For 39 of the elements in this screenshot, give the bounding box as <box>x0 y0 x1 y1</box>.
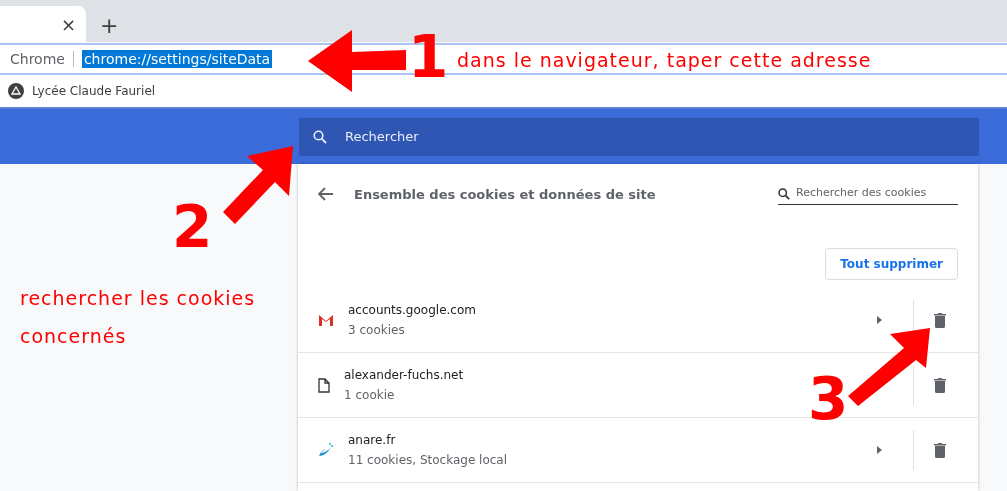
search-icon <box>313 129 327 144</box>
browser-tab[interactable]: × <box>0 6 86 42</box>
expand-button[interactable] <box>874 313 884 327</box>
address-url: chrome://settings/siteData <box>81 50 273 68</box>
panel-title: Ensemble des cookies et données de site <box>354 186 657 202</box>
bookmark-icon <box>8 83 24 99</box>
expand-button[interactable] <box>874 443 884 457</box>
caret-icon <box>876 446 882 454</box>
trash-icon <box>934 312 946 328</box>
remove-all-button[interactable]: Tout supprimer <box>825 248 958 280</box>
settings-search-field[interactable]: Rechercher <box>299 117 979 156</box>
bookmark-link[interactable]: Lycée Claude Fauriel <box>32 84 156 98</box>
search-icon <box>778 187 790 200</box>
trash-icon <box>934 442 946 458</box>
site-detail: 11 cookies, Stockage local <box>348 453 509 467</box>
delete-button[interactable] <box>934 312 946 328</box>
close-tab-button[interactable]: × <box>58 13 78 35</box>
site-name: accounts.google.com <box>348 303 477 317</box>
site-name: alexander-fuchs.net <box>344 368 465 382</box>
back-arrow-icon[interactable] <box>318 187 334 201</box>
bird-icon <box>318 442 334 458</box>
annotation-arrow-icon <box>223 146 295 224</box>
file-icon <box>318 377 330 393</box>
trash-icon <box>934 377 946 393</box>
annotation-number: 2 <box>172 198 213 256</box>
annotation-number: 1 <box>408 28 449 86</box>
site-detail: 3 cookies <box>348 323 406 337</box>
site-detail: 1 cookie <box>344 388 396 402</box>
delete-button[interactable] <box>934 442 946 458</box>
annotation-text: rechercher les cookies concernés <box>20 286 257 349</box>
site-name: anare.fr <box>348 433 397 447</box>
address-label: Chrome <box>10 51 74 67</box>
caret-icon <box>876 316 882 324</box>
annotation-text: dans le navigateur, taper cette adresse <box>457 48 873 73</box>
delete-button[interactable] <box>934 377 946 393</box>
new-tab-button[interactable]: + <box>98 13 121 38</box>
annotation-arrow-icon <box>308 30 408 92</box>
mail-icon <box>318 314 334 326</box>
annotation-number: 3 <box>808 370 849 428</box>
